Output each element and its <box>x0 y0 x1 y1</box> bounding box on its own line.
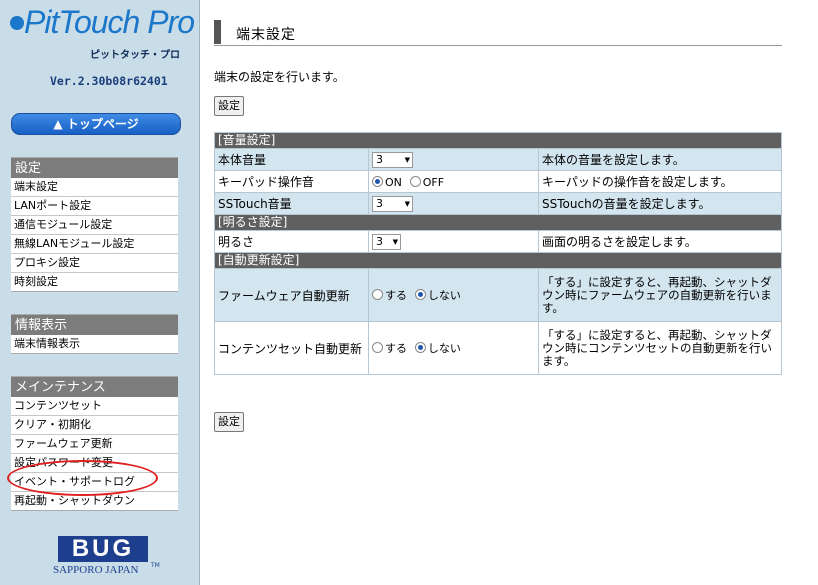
brightness-select[interactable]: 3 <box>372 233 401 250</box>
menu-item-event-support-log[interactable]: イベント・サポートログ <box>11 473 178 492</box>
keypad-on-radio[interactable]: ON <box>372 175 402 189</box>
row-keypad-sound: キーパッド操作音 ON OFF キーパッドの操作音を設定します。 <box>214 170 782 193</box>
cell-control: する しない <box>368 268 539 322</box>
radio-unchecked-icon <box>372 289 383 300</box>
logo-subtitle: ピットタッチ・プロ <box>90 50 180 61</box>
row-label: コンテンツセット自動更新 <box>214 321 369 375</box>
cell-control: 3 <box>368 192 539 215</box>
menu-item-clear-init[interactable]: クリア・初期化 <box>11 416 178 435</box>
row-brightness: 明るさ 3 画面の明るさを設定します。 <box>214 230 782 253</box>
cell-control: ON OFF <box>368 170 539 193</box>
logo-dot-icon <box>10 16 24 30</box>
cell-control: する しない <box>368 321 539 375</box>
pittouch-logo: PitTouch Pro ピットタッチ・プロ <box>10 4 195 64</box>
menu-item-comm-module-settings[interactable]: 通信モジュール設定 <box>11 216 178 235</box>
radio-unchecked-icon <box>409 175 421 187</box>
row-firmware-auto: ファームウェア自動更新 する しない 「する」に設定すると、再起動、シャットダウ… <box>214 268 782 322</box>
menu-item-proxy-settings[interactable]: プロキシ設定 <box>11 254 178 273</box>
contents-auto-yes-radio[interactable]: する <box>372 340 407 356</box>
sstouch-volume-select[interactable]: 3 <box>372 195 413 212</box>
menu-maintenance: メインテナンス コンテンツセット クリア・初期化 ファームウェア更新 設定パスワ… <box>11 376 178 511</box>
section-autoupdate-title: [自動更新設定] <box>214 252 782 269</box>
menu-item-time-settings[interactable]: 時刻設定 <box>11 273 178 292</box>
row-contents-auto: コンテンツセット自動更新 する しない 「する」に設定すると、再起動、シャットダ… <box>214 321 782 375</box>
title-marker <box>214 20 221 44</box>
menu-settings: 設定 端末設定 LANポート設定 通信モジュール設定 無線LANモジュール設定 … <box>11 157 178 292</box>
radio-checked-icon <box>414 289 426 300</box>
menu-item-wireless-lan-settings[interactable]: 無線LANモジュール設定 <box>11 235 178 254</box>
menu-item-lan-port-settings[interactable]: LANポート設定 <box>11 197 178 216</box>
row-label: 本体音量 <box>214 148 369 171</box>
menu-item-firmware-update[interactable]: ファームウェア更新 <box>11 435 178 454</box>
row-label: 明るさ <box>214 230 369 253</box>
contents-auto-no-radio[interactable]: しない <box>414 340 461 356</box>
row-label: ファームウェア自動更新 <box>214 268 369 322</box>
row-note: SSTouchの音量を設定します。 <box>538 192 782 215</box>
menu-maintenance-header: メインテナンス <box>11 376 178 397</box>
radio-checked-icon <box>372 175 383 187</box>
section-brightness: [明るさ設定] <box>214 214 782 231</box>
top-page-button[interactable]: ▲ トップページ <box>11 113 181 135</box>
menu-item-terminal-settings[interactable]: 端末設定 <box>11 178 178 197</box>
menu-info-header: 情報表示 <box>11 314 178 335</box>
menu-info: 情報表示 端末情報表示 <box>11 314 178 354</box>
menu-item-reboot-shutdown[interactable]: 再起動・シャットダウン <box>11 492 178 511</box>
cell-control: 3 <box>368 148 539 171</box>
body-volume-select[interactable]: 3 <box>372 151 413 168</box>
sidebar: PitTouch Pro ピットタッチ・プロ Ver.2.30b08r62401… <box>0 0 200 585</box>
set-button-top[interactable]: 設定 <box>214 96 244 116</box>
menu-settings-header: 設定 <box>11 157 178 178</box>
row-label: キーパッド操作音 <box>214 170 369 193</box>
section-autoupdate: [自動更新設定] <box>214 252 782 269</box>
version-label: Ver.2.30b08r62401 <box>50 74 168 88</box>
menu-item-password-change[interactable]: 設定パスワード変更 <box>11 454 178 473</box>
row-note: キーパッドの操作音を設定します。 <box>538 170 782 193</box>
radio-unchecked-icon <box>372 342 383 353</box>
row-label: SSTouch音量 <box>214 192 369 215</box>
set-button-bottom[interactable]: 設定 <box>214 412 244 432</box>
bug-logo-subtitle: SAPPORO JAPAN <box>53 564 139 576</box>
page-title: 端末設定 <box>236 27 296 43</box>
section-volume-title: [音量設定] <box>214 132 782 149</box>
row-sstouch-volume: SSTouch音量 3 SSTouchの音量を設定します。 <box>214 192 782 215</box>
cell-control: 3 <box>368 230 539 253</box>
settings-table: [音量設定] 本体音量 3 本体の音量を設定します。 キーパッド操作音 ON O… <box>214 132 782 375</box>
row-body-volume: 本体音量 3 本体の音量を設定します。 <box>214 148 782 171</box>
radio-checked-icon <box>414 342 426 353</box>
bug-logo-mark: BUG <box>58 536 148 562</box>
trademark-mark: TM <box>151 562 160 569</box>
firmware-auto-yes-radio[interactable]: する <box>372 287 407 303</box>
row-note: 「する」に設定すると、再起動、シャットダウン時にコンテンツセットの自動更新を行い… <box>538 321 782 375</box>
row-note: 「する」に設定すると、再起動、シャットダウン時にファームウェアの自動更新を行いま… <box>538 268 782 322</box>
bug-logo: BUG SAPPORO JAPAN TM <box>50 536 170 580</box>
row-note: 本体の音量を設定します。 <box>538 148 782 171</box>
logo-text: PitTouch Pro <box>24 4 195 40</box>
keypad-off-radio[interactable]: OFF <box>409 175 444 189</box>
row-note: 画面の明るさを設定します。 <box>538 230 782 253</box>
title-bar: 端末設定 <box>214 20 782 46</box>
page-description: 端末の設定を行います。 <box>214 70 345 84</box>
menu-item-contents-set[interactable]: コンテンツセット <box>11 397 178 416</box>
menu-item-terminal-info[interactable]: 端末情報表示 <box>11 335 178 354</box>
section-volume: [音量設定] <box>214 132 782 149</box>
section-brightness-title: [明るさ設定] <box>214 214 782 231</box>
firmware-auto-no-radio[interactable]: しない <box>414 287 461 303</box>
